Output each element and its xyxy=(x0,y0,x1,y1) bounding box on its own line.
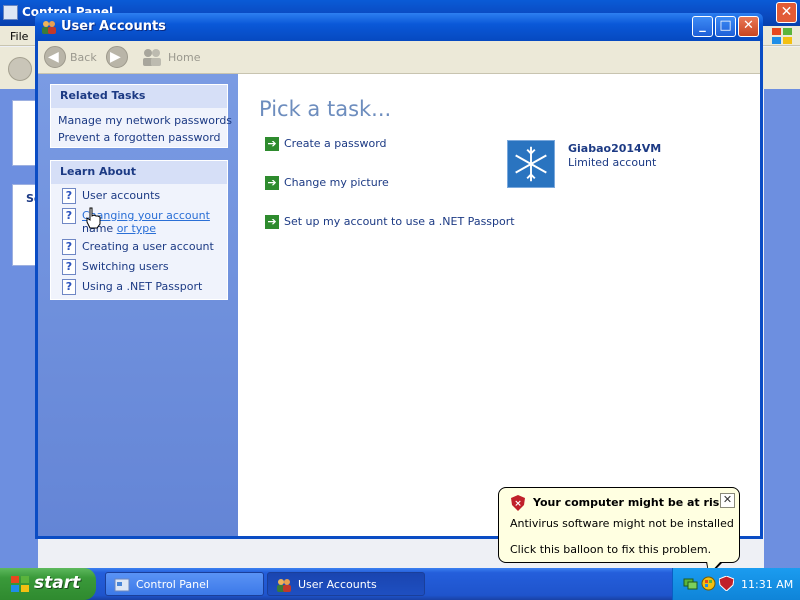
minimize-button[interactable]: _ xyxy=(692,16,713,37)
close-button[interactable]: ✕ xyxy=(738,16,759,37)
back-label[interactable]: Back xyxy=(70,51,97,64)
home-label[interactable]: Home xyxy=(168,51,200,64)
forward-arrow-icon: ▶ xyxy=(110,49,121,65)
start-label: start xyxy=(34,573,81,593)
help-icon: ? xyxy=(62,259,76,275)
user-accounts-titlebar[interactable]: User Accounts _ □ ✕ xyxy=(35,13,763,41)
balloon-message: Antivirus software might not be installe… xyxy=(510,517,734,530)
green-arrow-icon: ➔ xyxy=(265,176,279,190)
related-tasks-heading: Related Tasks xyxy=(51,85,227,108)
balloon-close-button[interactable]: ✕ xyxy=(720,493,735,508)
menu-file[interactable]: File xyxy=(10,30,28,43)
svg-text:×: × xyxy=(514,499,522,509)
windows-update-tray-icon[interactable] xyxy=(701,576,716,591)
help-icon: ? xyxy=(62,188,76,204)
user-accounts-window: User Accounts _ □ ✕ ◀ Back ▶ Home Relate… xyxy=(35,13,763,539)
navigation-toolbar: ◀ Back ▶ Home xyxy=(38,41,760,74)
taskbar-button-label: User Accounts xyxy=(298,578,377,591)
security-shield-tray-icon[interactable] xyxy=(719,576,734,591)
learn-about-panel: Learn About ? User accounts ? Changing y… xyxy=(50,160,228,300)
home-users-icon[interactable] xyxy=(141,46,163,68)
learn-item-label: Creating a user account xyxy=(82,240,214,253)
task-label: Create a password xyxy=(284,137,387,150)
forward-button[interactable]: ▶ xyxy=(106,46,128,68)
help-icon: ? xyxy=(62,239,76,255)
snowflake-avatar[interactable] xyxy=(507,140,555,188)
control-panel-icon xyxy=(3,5,18,20)
taskbar-button-label: Control Panel xyxy=(136,578,209,591)
account-type: Limited account xyxy=(568,156,657,169)
help-icon: ? xyxy=(62,279,76,295)
network-tray-icon[interactable] xyxy=(683,576,698,591)
windows-logo-icon xyxy=(11,576,29,592)
help-icon: ? xyxy=(62,208,76,224)
task-label: Set up my account to use a .NET Passport xyxy=(284,215,515,228)
main-task-area: Pick a task... ➔ Create a password ➔ Cha… xyxy=(238,74,760,536)
security-shield-icon: × xyxy=(511,495,525,511)
task-sidebar: Related Tasks Manage my network password… xyxy=(38,74,238,536)
back-arrow-icon: ◀ xyxy=(48,49,59,65)
related-tasks-panel: Related Tasks Manage my network password… xyxy=(50,84,232,148)
control-panel-right-area xyxy=(764,89,800,568)
clock: 11:31 AM xyxy=(741,578,794,591)
taskbar-user-accounts[interactable]: User Accounts xyxy=(267,572,425,596)
maximize-button[interactable]: □ xyxy=(715,16,736,37)
users-icon xyxy=(277,579,291,592)
window-content: Related Tasks Manage my network password… xyxy=(38,74,760,536)
control-panel-back-button[interactable] xyxy=(8,57,32,81)
learn-item-label: Using a .NET Passport xyxy=(82,280,203,293)
green-arrow-icon: ➔ xyxy=(265,137,279,151)
back-button[interactable]: ◀ xyxy=(44,46,66,68)
taskbar-control-panel[interactable]: Control Panel xyxy=(105,572,264,596)
task-label: Change my picture xyxy=(284,176,389,189)
window-title: User Accounts xyxy=(61,19,166,34)
users-icon xyxy=(42,21,56,34)
account-name: Giabao2014VM xyxy=(568,142,662,155)
prevent-forgotten-password-link[interactable]: Prevent a forgotten password xyxy=(58,131,221,144)
manage-network-passwords-link[interactable]: Manage my network passwords xyxy=(58,114,232,127)
balloon-title: Your computer might be at risk xyxy=(533,496,727,509)
learn-item-label-part: or type xyxy=(116,222,157,235)
learn-item-label: Switching users xyxy=(82,260,169,273)
security-balloon[interactable]: × Your computer might be at risk ✕ Antiv… xyxy=(498,487,740,563)
balloon-instruction: Click this balloon to fix this problem. xyxy=(510,543,712,556)
control-panel-icon xyxy=(114,578,130,592)
control-panel-close-button[interactable]: ✕ xyxy=(776,2,797,23)
page-title: Pick a task... xyxy=(259,97,392,121)
start-button[interactable]: start xyxy=(0,568,96,600)
windows-logo-icon xyxy=(772,28,792,44)
learn-about-heading: Learn About xyxy=(51,161,227,184)
learn-item-label: User accounts xyxy=(82,189,161,202)
green-arrow-icon: ➔ xyxy=(265,215,279,229)
hand-cursor-icon xyxy=(86,207,101,229)
